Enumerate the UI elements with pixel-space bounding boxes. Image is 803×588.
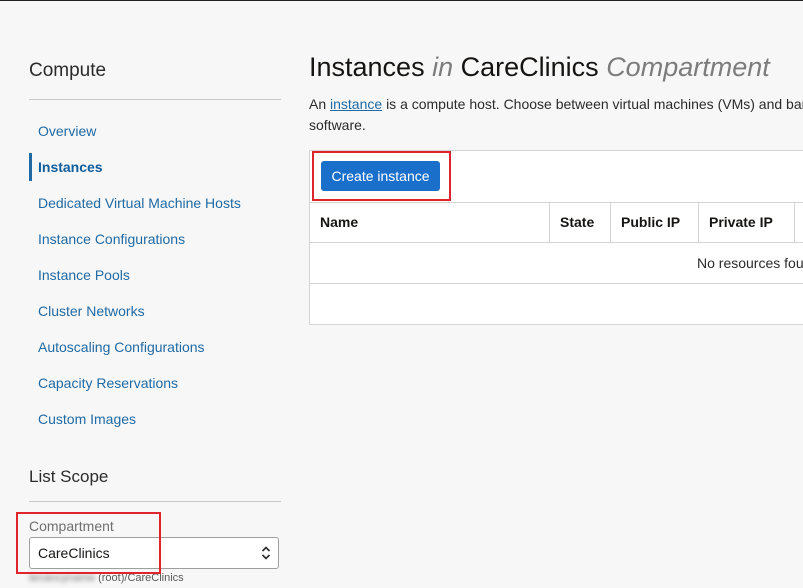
sidebar-item-overview[interactable]: Overview — [29, 113, 281, 149]
sidebar-item-capacity-reservations[interactable]: Capacity Reservations — [29, 365, 281, 401]
sidebar-item-instance-configurations[interactable]: Instance Configurations — [29, 221, 281, 257]
column-header-name[interactable]: Name — [310, 203, 550, 242]
page-title: Instances in CareClinics Compartment — [309, 52, 770, 83]
instances-table-panel: Create instance Name State Public IP Pri… — [309, 150, 803, 325]
table-header: Name State Public IP Private IP — [310, 202, 803, 243]
top-border — [0, 0, 803, 1]
desc-prefix: An — [309, 96, 327, 112]
list-scope-divider — [29, 501, 281, 502]
instance-link[interactable]: instance — [330, 96, 382, 112]
create-instance-button[interactable]: Create instance — [321, 161, 440, 191]
chevron-up-down-icon — [261, 546, 271, 560]
column-header-state[interactable]: State — [550, 203, 611, 242]
sidebar-title: Compute — [29, 60, 107, 81]
empty-message: No resources found. — [697, 255, 803, 271]
compartment-select-value: CareClinics — [38, 545, 110, 561]
sidebar-item-cluster-networks[interactable]: Cluster Networks — [29, 293, 281, 329]
compartment-path-suffix: (root)/CareClinics — [98, 572, 184, 584]
compartment-select[interactable]: CareClinics — [29, 537, 279, 569]
list-scope-title: List Scope — [29, 467, 109, 486]
sidebar-divider — [29, 99, 281, 100]
page-description: An instance is a compute host. Choose be… — [309, 94, 803, 136]
compartment-label: Compartment — [29, 518, 114, 534]
table-empty-row: No resources found. — [310, 243, 803, 284]
compartment-path: tenancyname (root)/CareClinics — [29, 572, 184, 584]
sidebar-item-instance-pools[interactable]: Instance Pools — [29, 257, 281, 293]
sidebar-item-dedicated-vm-hosts[interactable]: Dedicated Virtual Machine Hosts — [29, 185, 281, 221]
sidebar-item-autoscaling-configurations[interactable]: Autoscaling Configurations — [29, 329, 281, 365]
title-instances: Instances — [309, 52, 425, 82]
title-compartment-name: CareClinics — [460, 52, 599, 82]
desc-line1-rest: is a compute host. Choose between virtua… — [386, 96, 803, 112]
sidebar-nav: Overview Instances Dedicated Virtual Mac… — [29, 113, 281, 437]
column-header-private-ip[interactable]: Private IP — [699, 203, 795, 242]
column-header-public-ip[interactable]: Public IP — [611, 203, 699, 242]
title-compartment-word: Compartment — [606, 52, 770, 82]
sidebar-item-custom-images[interactable]: Custom Images — [29, 401, 281, 437]
tenancy-name-blurred: tenancyname — [29, 572, 96, 584]
sidebar-item-instances[interactable]: Instances — [29, 149, 281, 185]
desc-line2: software. — [309, 117, 366, 133]
title-in: in — [432, 52, 454, 82]
